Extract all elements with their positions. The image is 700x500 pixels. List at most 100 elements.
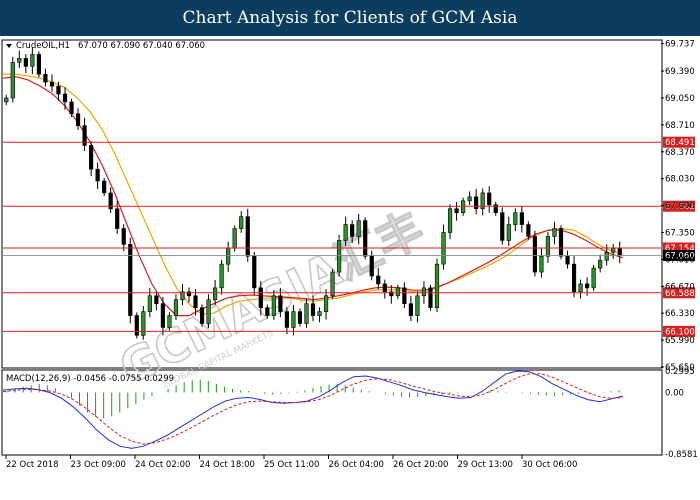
price-tick-label: 68.370 [665,148,695,158]
bear-candle [121,228,126,245]
bear-candle [160,303,165,328]
bear-candle [252,255,257,289]
time-tick-label: 24 Oct 18:00 [200,460,255,470]
price-tick-label: 69.050 [665,94,695,104]
bull-candle [317,311,322,316]
bull-candle [291,311,296,328]
bull-candle [604,251,609,261]
time-tick-label: 22 Oct 2018 [6,460,59,470]
macd-title: MACD(12,26,9) -0.0456 -0.0755 0.0299 [6,374,174,384]
bear-candle [402,287,407,304]
bear-candle [487,192,492,206]
bear-candle [245,216,250,257]
bull-candle [271,295,276,316]
macd-tick-label: 0.00 [665,388,684,398]
chart-canvas: GCMASIA汇丰 GLOBAL CAPITAL MARKETS 68.4916… [1,39,698,470]
bear-candle [56,85,61,95]
bear-candle [284,311,289,328]
bear-candle [258,287,263,308]
bull-candle [206,299,211,324]
bear-candle [89,145,94,170]
bull-candle [337,240,342,273]
price-tick-label: 65.990 [665,336,695,346]
bull-candle [4,97,9,103]
time-tick-label: 23 Oct 09:00 [71,460,126,470]
price-tick-label: 66.330 [665,309,695,319]
bull-candle [173,299,179,316]
bear-candle [376,275,381,285]
bear-candle [278,295,283,312]
bull-candle [395,287,400,297]
bear-candle [310,303,316,316]
bear-candle [102,180,107,194]
bull-candle [30,54,35,67]
bear-candle [36,54,41,75]
bull-candle [545,236,551,257]
time-tick-label: 25 Oct 11:00 [264,460,319,470]
price-tick-label: 67.350 [665,228,695,238]
bull-candle [447,208,453,233]
bull-candle [356,220,361,237]
bull-candle [232,228,237,249]
bull-candle [10,62,15,99]
bear-candle [69,101,74,115]
time-tick-label: 26 Oct 04:00 [329,460,384,470]
bull-candle [578,283,583,293]
macd-tick-label: 0.2995 [665,367,695,377]
bear-candle [297,311,303,324]
time-tick-label: 30 Oct 06:00 [522,460,577,470]
bear-candle [75,113,81,126]
bear-candle [95,168,100,182]
bear-candle [408,303,413,316]
bear-candle [585,283,590,289]
bear-candle [558,228,564,257]
price-tick-label: 68.030 [665,175,695,185]
bull-candle [467,196,472,202]
bull-candle [506,224,511,241]
time-tick-label: 26 Oct 20:00 [393,460,448,470]
bear-candle [532,236,537,273]
bull-candle [598,259,603,269]
bear-candle [49,81,55,87]
bear-candle [571,263,577,293]
bear-candle [199,307,205,324]
symbol-name: CrudeOIL,H1 [16,41,70,51]
bear-candle [500,212,505,241]
bear-candle [474,196,479,210]
bull-candle [167,315,172,328]
bear-candle [265,307,270,316]
bull-candle [304,303,309,324]
bull-candle [343,224,348,241]
bear-candle [23,58,28,67]
bull-candle [434,263,440,308]
bull-candle [421,287,427,297]
bear-candle [193,295,198,308]
bear-candle [617,248,622,256]
time-tick-label: 29 Oct 13:00 [458,460,513,470]
bull-candle [239,216,244,229]
bull-candle [323,295,329,312]
bear-candle [154,295,159,304]
bull-candle [552,228,557,237]
bull-candle [461,200,466,214]
bull-candle [611,248,616,253]
price-tick-label: 66.670 [665,282,695,292]
price-panel-frame [1,39,663,369]
bear-candle [428,287,433,308]
bull-candle [147,295,152,312]
bear-candle [382,283,387,293]
price-tick-label: 69.737 [665,40,695,50]
bull-candle [539,255,544,273]
price-tick-label: 69.390 [665,67,695,77]
bull-candle [213,287,218,301]
price-tick-label: 67.690 [665,202,695,212]
price-tick-label: 67.010 [665,255,695,265]
time-tick-label: 24 Oct 02:00 [135,460,190,470]
bear-candle [43,73,48,83]
bear-candle [526,224,531,237]
bear-candle [369,255,374,277]
bear-candle [62,93,68,103]
bear-candle [115,208,120,229]
bear-candle [350,224,355,237]
level-price-label: 68.491 [665,138,695,148]
